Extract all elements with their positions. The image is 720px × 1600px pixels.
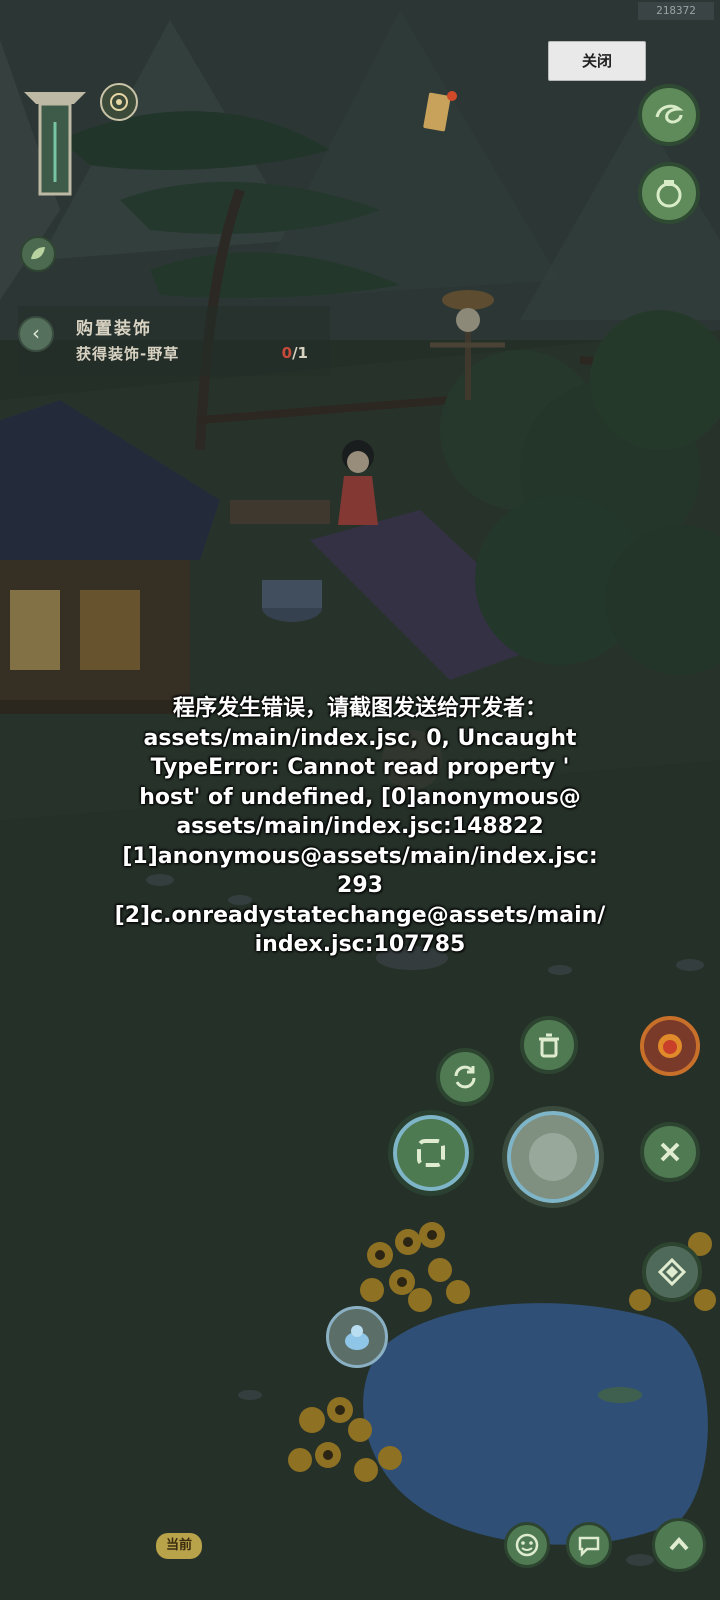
quest-subtitle: 获得装饰-野草 (76, 345, 180, 363)
now-tag: 当前 (156, 1533, 202, 1559)
error-line: [1]anonymous@assets/main/index.jsc: (122, 843, 598, 869)
quest-progress: 0/1 (282, 344, 308, 362)
error-line: assets/main/index.jsc:148822 (176, 814, 544, 839)
chat-icon[interactable] (566, 1522, 612, 1568)
wind-swirl-icon[interactable] (638, 84, 700, 146)
up-arrow-icon[interactable] (652, 1518, 706, 1572)
error-message: 程序发生错误，请截图发送给开发者： assets/main/index.jsc,… (40, 694, 680, 960)
joystick-icon[interactable] (502, 1106, 604, 1208)
rotate-icon[interactable] (388, 1110, 474, 1196)
error-line: assets/main/index.jsc, 0, Uncaught (143, 725, 577, 751)
pot-icon[interactable] (638, 162, 700, 224)
close-button[interactable]: 关闭 (548, 41, 646, 81)
cancel-icon[interactable] (640, 1122, 700, 1182)
refresh-icon[interactable] (436, 1048, 494, 1106)
error-line: index.jsc:107785 (254, 932, 466, 957)
emote-icon[interactable] (504, 1522, 550, 1568)
trash-icon[interactable] (520, 1016, 578, 1074)
quest-progress-current: 0 (281, 344, 293, 362)
decor-icon[interactable] (642, 1242, 702, 1302)
leaf-icon[interactable] (20, 236, 56, 272)
error-line: host' of undefined, [0]anonymous@ (139, 784, 581, 810)
quest-back-button[interactable]: ‹ (18, 316, 54, 352)
error-line: 程序发生错误，请截图发送给开发者： (172, 696, 547, 721)
lion-icon[interactable] (640, 1016, 700, 1076)
error-line: TypeError: Cannot read property ' (150, 755, 570, 780)
water-pet-icon[interactable] (326, 1306, 388, 1368)
compass-icon[interactable] (100, 83, 138, 121)
quest-title: 购置装饰 (76, 319, 152, 339)
quest-panel[interactable]: ‹ 购置装饰 获得装饰-野草 0/1 (18, 306, 330, 376)
scroll-icon[interactable] (420, 88, 458, 134)
build-number: 218372 (638, 2, 714, 20)
error-line: [2]c.onreadystatechange@assets/main/ (114, 902, 606, 928)
totem-icon[interactable] (18, 82, 92, 200)
error-line: 293 (337, 873, 383, 898)
quest-progress-total: /1 (292, 344, 308, 362)
